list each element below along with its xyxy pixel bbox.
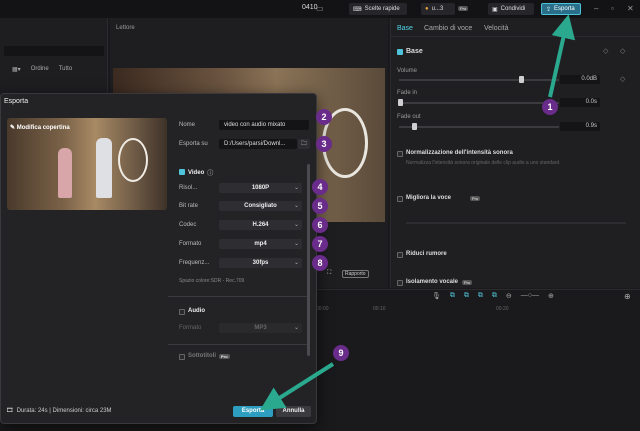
callout-badge: 4 [312,179,328,195]
callout-badge: 2 [316,109,332,125]
callout-badge: 9 [333,345,349,361]
annotation-arrows [259,14,576,411]
arrow-to-export-button [259,362,335,411]
callout-badge: 3 [316,136,332,152]
callout-badge: 7 [312,236,328,252]
arrow-to-export-top [548,14,576,98]
callout-badge: 1 [542,99,558,115]
callout-badge: 5 [312,198,328,214]
callout-badge: 8 [312,255,328,271]
callout-badge: 6 [312,217,328,233]
